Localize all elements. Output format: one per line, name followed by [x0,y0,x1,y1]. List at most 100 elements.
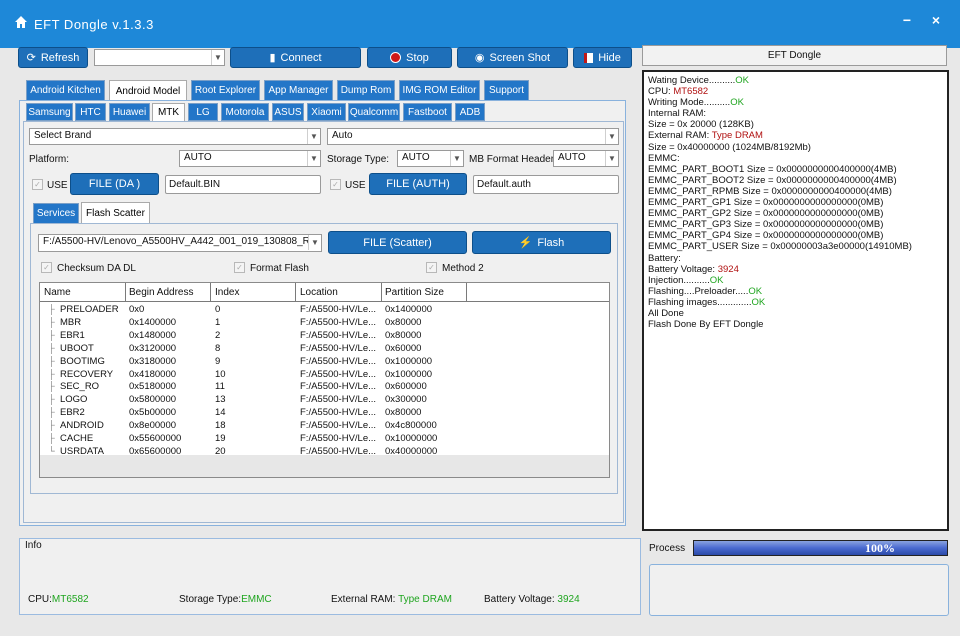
tab-services[interactable]: Services [33,203,79,224]
process-label: Process [649,543,686,554]
da-file-field[interactable]: Default.BIN [165,175,321,194]
mb-format-select[interactable]: AUTO ▼ [553,150,619,167]
tab-htc[interactable]: HTC [75,103,106,121]
close-button[interactable]: × [929,12,943,34]
table-cell: 0x60000 [385,342,422,354]
platform-select[interactable]: AUTO ▼ [179,150,321,167]
file-da-button[interactable]: FILE (DA ) [70,173,159,195]
tab-support[interactable]: Support [484,80,529,101]
refresh-button[interactable]: ⟳ Refresh [18,47,88,68]
table-cell: RECOVERY [60,368,114,380]
table-row[interactable]: ├ EBR2 0x5b00000 14 F:/A5500-HV/Le... 0x80000 [40,407,609,420]
tab-lg[interactable]: LG [188,103,218,121]
table-row[interactable]: ├ BOOTIMG 0x3180000 9 F:/A5500-HV/Le... 0x100… [40,356,609,369]
method2-checkbox[interactable]: ✓ [426,262,437,273]
tab-huawei[interactable]: Huawei [109,103,150,121]
storage-type-select[interactable]: AUTO ▼ [397,150,464,167]
format-flash-label: Format Flash [250,263,309,274]
connect-button[interactable]: ▮ Connect [230,47,361,68]
col-begin-address[interactable]: Begin Address [129,287,194,298]
tree-line-icon: ├ [48,304,55,315]
model-select[interactable]: Auto ▼ [327,128,619,145]
mb-format-value: AUTO [558,152,586,163]
col-index[interactable]: Index [215,287,239,298]
port-select[interactable]: ▼ [94,49,225,66]
tree-line-icon: ├ [48,394,55,406]
table-row[interactable]: ├ CACHE 0x55600000 19 F:/A5500-HV/Le... 0x100… [40,433,609,446]
use-da-checkbox[interactable]: ✓ [32,179,43,190]
col-partition-size[interactable]: Partition Size [385,287,444,298]
log-text: Injection.......... [648,274,710,286]
info-cpu-value: MT6582 [51,594,89,605]
tab-asus[interactable]: ASUS [272,103,304,121]
use-auth-checkbox[interactable]: ✓ [330,179,341,190]
platform-label: Platform: [29,154,70,165]
tab-app-manager[interactable]: App Manager [264,80,333,101]
chevron-down-icon: ▼ [211,50,224,65]
table-row[interactable]: ├ PRELOADER 0x0 0 F:/A5500-HV/Le... 0x1400000 [40,304,609,317]
log-text: External RAM: [648,130,712,142]
log-text: EMMC_PART_GP2 Size = 0x0000000000000000(… [648,208,884,220]
use-auth-label: USE [345,180,366,191]
log-line: Flashing images.............OK [648,297,943,308]
tab-qualcomm[interactable]: Qualcomm [348,103,400,121]
tab-xiaomi[interactable]: Xiaomi [307,103,346,121]
stop-button[interactable]: Stop [367,47,452,68]
tab-android-model[interactable]: Android Model [109,80,187,101]
partition-table[interactable]: Name Begin Address Index Location Partit… [39,282,610,478]
table-empty-area [40,455,609,477]
log-status: OK [709,274,724,286]
brand-select[interactable]: Select Brand ▼ [29,128,321,145]
tab-root-explorer[interactable]: Root Explorer [191,80,260,101]
format-flash-checkbox[interactable]: ✓ [234,262,245,273]
method2-label: Method 2 [442,263,484,274]
tab-adb[interactable]: ADB [455,103,485,121]
tab-fastboot[interactable]: Fastboot [403,103,452,121]
tree-line-icon: ├ [48,381,55,393]
table-cell: 11 [215,381,225,393]
table-cell: 1 [215,316,221,328]
minimize-button[interactable]: − [900,12,914,34]
status-box [649,564,949,616]
checksum-checkbox[interactable]: ✓ [41,262,52,273]
table-row[interactable]: ├ MBR 0x1400000 1 F:/A5500-HV/Le... 0x80000 [40,317,609,330]
table-row[interactable]: ├ LOGO 0x5800000 13 F:/A5500-HV/Le... 0x30000… [40,394,609,407]
tab-dump-rom[interactable]: Dump Rom [337,80,395,101]
hide-label: Hide [598,51,621,64]
table-row[interactable]: ├ UBOOT 0x3120000 8 F:/A5500-HV/Le... 0x60000 [40,343,609,356]
table-row[interactable]: ├ RECOVERY 0x4180000 10 F:/A5500-HV/Le... 0x1… [40,369,609,382]
tab-motorola[interactable]: Motorola [221,103,269,121]
table-cell: 19 [215,433,226,444]
tab-samsung[interactable]: Samsung [26,103,73,121]
col-location[interactable]: Location [300,287,338,298]
log-text: All Done [648,307,684,319]
col-name[interactable]: Name [44,287,71,298]
file-auth-button[interactable]: FILE (AUTH) [369,173,467,195]
table-cell: 10 [215,368,226,380]
table-cell: F:/A5500-HV/Le... [300,342,377,354]
table-row[interactable]: ├ ANDROID 0x8e00000 18 F:/A5500-HV/Le... 0x4c… [40,420,609,433]
tab-flash-scatter[interactable]: Flash Scatter [81,202,150,224]
flash-label: Flash [537,236,565,249]
table-cell: 0x600000 [385,381,427,393]
log-text: EMMC_PART_USER Size = 0x00000003a3e00000… [648,241,912,253]
tree-line-icon: ├ [48,329,55,341]
log-line: EMMC_PART_GP3 Size = 0x0000000000000000(… [648,219,943,230]
tab-img-rom-editor[interactable]: IMG ROM Editor [399,80,480,101]
tab-android-kitchen[interactable]: Android Kitchen [26,80,105,101]
flash-button[interactable]: ⚡ Flash [472,231,611,254]
table-cell: 0x1000000 [385,355,433,367]
auth-file-field[interactable]: Default.auth [473,175,619,194]
log-line: EMMC_PART_RPMB Size = 0x0000000000400000… [648,186,943,197]
table-cell: F:/A5500-HV/Le... [300,368,377,380]
screenshot-button[interactable]: ◉ Screen Shot [457,47,568,68]
stop-label: Stop [406,51,429,64]
file-scatter-button[interactable]: FILE (Scatter) [328,231,467,254]
table-row[interactable]: ├ EBR1 0x1480000 2 F:/A5500-HV/Le... 0x80000 [40,330,609,343]
hide-button[interactable]: Hide [573,47,632,68]
scatter-path-select[interactable]: F:/A5500-HV/Lenovo_A5500HV_A442_001_019_… [38,234,322,252]
chevron-down-icon: ▼ [605,129,618,144]
tab-mtk[interactable]: MTK [152,103,185,121]
table-row[interactable]: ├ SEC_RO 0x5180000 11 F:/A5500-HV/Le... 0x600… [40,381,609,394]
log-line: EMMC_PART_USER Size = 0x00000003a3e00000… [648,241,943,252]
